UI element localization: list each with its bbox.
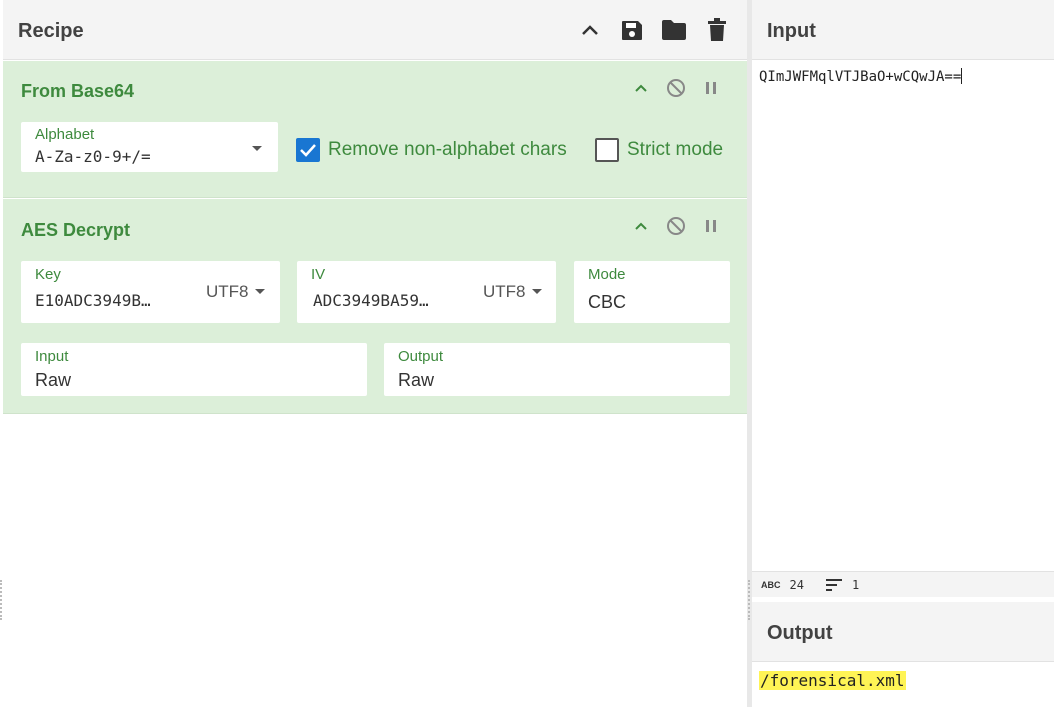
output-header: Output: [752, 602, 1054, 662]
checkbox-checked-icon[interactable]: [296, 138, 320, 162]
chevron-up-icon[interactable]: [577, 17, 603, 43]
disable-icon[interactable]: [665, 215, 687, 237]
checkbox-unchecked-icon[interactable]: [595, 138, 619, 162]
strict-mode-checkbox[interactable]: Strict mode: [595, 138, 723, 162]
breakpoint-icon[interactable]: [700, 215, 722, 237]
input-header: Input: [752, 0, 1054, 60]
input-format-label: Input: [35, 348, 69, 365]
input-format-value: Raw: [35, 370, 72, 390]
input-title: Input: [767, 20, 816, 42]
output-format-value: Raw: [398, 370, 435, 390]
save-icon[interactable]: [619, 17, 645, 43]
alphabet-value: A-Za-z0-9+/=: [35, 147, 151, 166]
line-count: 1: [851, 577, 860, 592]
operation-title: From Base64: [21, 81, 135, 101]
operation-aes-decrypt: AES Decrypt Key E10ADC3949B… UTF8 IV ADC…: [3, 199, 747, 414]
key-value[interactable]: E10ADC3949B…: [35, 291, 185, 310]
output-title: Output: [767, 622, 833, 644]
recipe-pane: Recipe From Base64 Alphabet A-Za-z0-9+/=: [3, 0, 747, 707]
mode-label: Mode: [588, 266, 626, 283]
output-format-field[interactable]: Output Raw: [384, 343, 730, 396]
char-count: 24: [789, 577, 804, 592]
input-textarea[interactable]: QImJWFMqlVTJBaO+wCQwJA==: [759, 68, 963, 85]
output-value[interactable]: /forensical.xml: [759, 671, 906, 690]
divider-grip[interactable]: [748, 580, 750, 620]
folder-icon[interactable]: [661, 17, 687, 43]
input-status-bar: ABC 24 1: [752, 571, 1054, 597]
alphabet-label: Alphabet: [35, 126, 95, 143]
iv-encoding-label: UTF8: [483, 282, 526, 301]
input-format-field[interactable]: Input Raw: [21, 343, 367, 396]
iv-label: IV: [311, 266, 326, 283]
breakpoint-icon[interactable]: [700, 77, 722, 99]
operation-from-base64: From Base64 Alphabet A-Za-z0-9+/= Remove…: [3, 61, 747, 198]
io-pane: Input QImJWFMqlVTJBaO+wCQwJA== ABC 24 1 …: [752, 0, 1054, 707]
disable-icon[interactable]: [665, 77, 687, 99]
alphabet-field[interactable]: Alphabet A-Za-z0-9+/=: [21, 122, 278, 172]
left-resize-handle[interactable]: [0, 580, 2, 620]
key-label: Key: [35, 266, 61, 283]
mode-field[interactable]: Mode CBC: [574, 261, 730, 323]
remove-non-alphabet-label: Remove non-alphabet chars: [328, 139, 567, 160]
output-format-label: Output: [398, 348, 444, 365]
collapse-icon[interactable]: [630, 77, 652, 99]
input-value: QImJWFMqlVTJBaO+wCQwJA==: [759, 69, 962, 85]
text-cursor: [961, 68, 963, 84]
operation-title: AES Decrypt: [21, 220, 131, 240]
key-encoding-label: UTF8: [206, 282, 249, 301]
mode-value: CBC: [588, 292, 627, 312]
abc-icon: ABC: [761, 579, 781, 590]
strict-mode-label: Strict mode: [627, 139, 724, 160]
iv-field[interactable]: IV ADC3949BA59… UTF8: [297, 261, 556, 323]
recipe-title: Recipe: [18, 20, 84, 42]
recipe-header: Recipe: [3, 0, 747, 60]
chevron-down-icon: [531, 288, 542, 294]
trash-icon[interactable]: [704, 17, 730, 43]
iv-encoding-dropdown[interactable]: UTF8: [483, 261, 542, 323]
lines-icon: [825, 578, 842, 591]
remove-non-alphabet-checkbox[interactable]: Remove non-alphabet chars: [296, 138, 567, 162]
chevron-down-icon: [254, 288, 265, 294]
collapse-icon[interactable]: [630, 215, 652, 237]
key-encoding-dropdown[interactable]: UTF8: [206, 261, 265, 323]
iv-value[interactable]: ADC3949BA59…: [313, 291, 455, 310]
chevron-down-icon[interactable]: [252, 146, 262, 151]
key-field[interactable]: Key E10ADC3949B… UTF8: [21, 261, 280, 323]
